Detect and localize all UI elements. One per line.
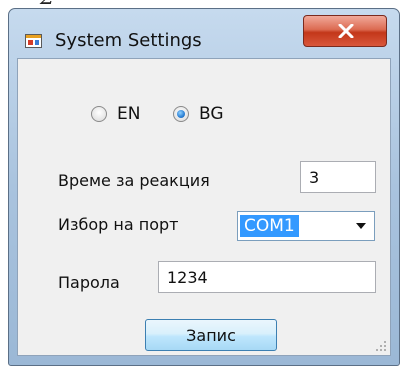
settings-panel: EN BG Време за реакция Избор на порт COM… xyxy=(17,58,391,356)
port-select-label: Избор на порт xyxy=(58,215,179,234)
resize-grip-icon[interactable] xyxy=(375,340,387,352)
radio-bg-circle[interactable] xyxy=(173,106,189,122)
reaction-time-input[interactable] xyxy=(300,161,376,193)
close-button[interactable] xyxy=(303,15,387,47)
title-bar[interactable]: System Settings xyxy=(9,9,399,57)
password-label: Парола xyxy=(58,273,120,292)
app-window-icon xyxy=(25,33,42,48)
reaction-time-label: Време за реакция xyxy=(58,171,210,190)
chevron-down-icon[interactable] xyxy=(356,223,366,229)
close-icon xyxy=(338,24,354,38)
port-select[interactable]: COM1 xyxy=(237,211,375,241)
system-settings-window: System Settings EN BG Време за реакция И… xyxy=(8,8,400,366)
radio-en[interactable]: EN xyxy=(91,104,140,124)
save-button[interactable]: Запис xyxy=(145,319,277,351)
radio-bg-label: BG xyxy=(199,104,224,124)
window-title: System Settings xyxy=(55,30,202,51)
password-input[interactable] xyxy=(158,261,376,293)
radio-bg[interactable]: BG xyxy=(173,104,224,124)
port-select-value: COM1 xyxy=(240,215,299,237)
radio-en-circle[interactable] xyxy=(91,106,107,122)
radio-en-label: EN xyxy=(117,104,141,124)
